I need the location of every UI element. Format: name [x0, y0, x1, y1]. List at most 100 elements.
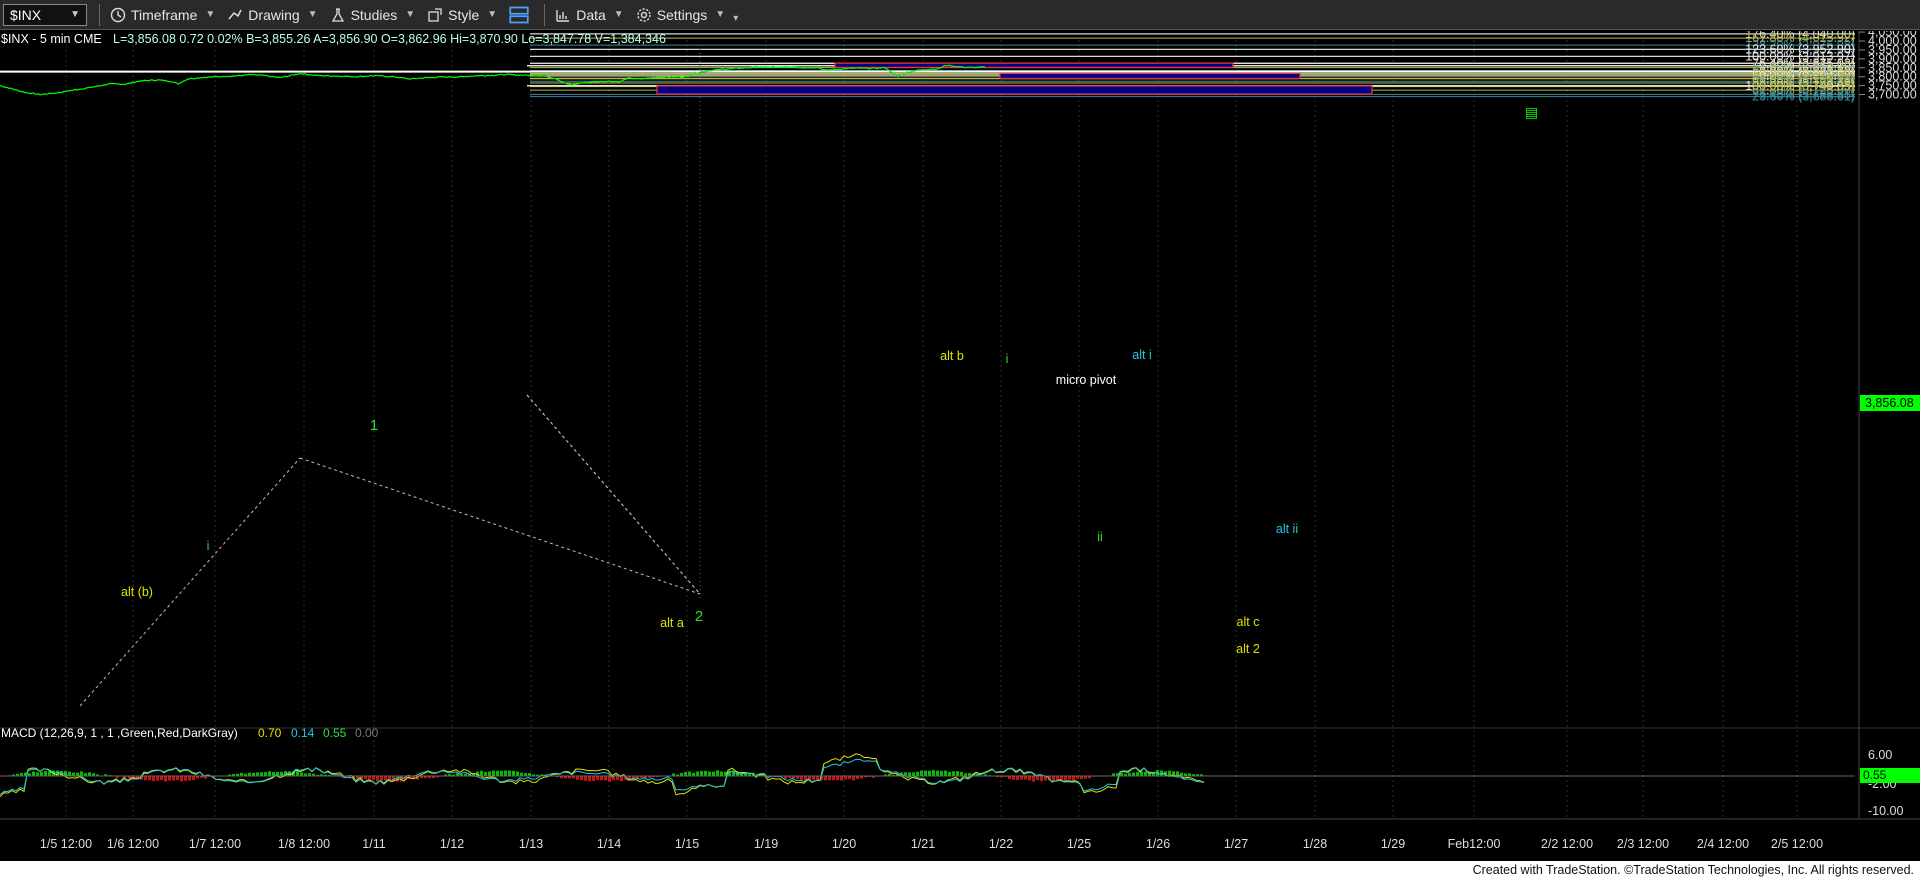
macd-histogram-bar [1020, 776, 1023, 780]
macd-histogram-bar [384, 776, 387, 781]
macd-histogram-bar [832, 776, 835, 781]
x-tick-label: 1/27 [1224, 837, 1248, 851]
macd-histogram-bar [516, 771, 519, 776]
macd-histogram-bar [256, 772, 259, 776]
macd-histogram-bar [836, 776, 839, 781]
x-tick-label: 1/7 12:00 [189, 837, 241, 851]
macd-histogram-bar [716, 770, 719, 776]
calculator-icon[interactable]: ▤ [1525, 104, 1538, 120]
symbol-info: $INX - 5 min CME [1, 32, 102, 46]
x-tick-label: 1/28 [1303, 837, 1327, 851]
price-axis[interactable]: 4,050.004,000.003,950.003,900.003,850.00… [1859, 31, 1917, 102]
overflow-chevron-icon[interactable]: ▾ [733, 13, 738, 24]
target-box [999, 72, 1301, 80]
macd-histogram-bar [88, 772, 91, 776]
studies-label: Studies [350, 6, 398, 23]
macd-histogram-bar [44, 770, 47, 776]
drawing-button[interactable]: Drawing ▼ [221, 3, 323, 27]
macd-histogram-bar [1132, 772, 1135, 776]
price-chart[interactable]: alt (b) i 1 alt a 2 alt b i micro pivot alt i ii a… [0, 31, 1920, 861]
macd-histogram-bar [1072, 776, 1075, 781]
macd-histogram-bar [708, 771, 711, 776]
toolbar: $INX ▼ Timeframe ▼ Drawing ▼ Studies ▼ S… [0, 0, 1920, 30]
wave-label: alt (b) [121, 585, 153, 599]
macd-histogram-bar [1036, 776, 1039, 781]
wave-label: alt 2 [1236, 642, 1260, 656]
macd-histogram-bar [488, 771, 491, 776]
macd-histogram-bar [580, 776, 583, 781]
layout-button[interactable] [503, 3, 540, 27]
macd-histogram-bar [720, 771, 723, 776]
macd-histogram-bar [504, 770, 507, 776]
studies-button[interactable]: Studies ▼ [324, 3, 422, 27]
macd-histogram-bar [148, 776, 151, 781]
macd-histogram-bar [484, 771, 487, 776]
wave-label: alt b [940, 349, 964, 363]
data-button[interactable]: Data ▼ [549, 3, 629, 27]
symbol-input[interactable]: $INX ▼ [3, 3, 87, 26]
macd-histogram-bar [376, 776, 379, 782]
macd-histogram-bar [600, 776, 603, 781]
macd-histogram-bar [172, 776, 175, 781]
macd-histogram-bar [1136, 772, 1139, 776]
macd-histogram-bar [1068, 776, 1071, 780]
macd-histogram-bar [840, 776, 843, 781]
macd-histogram-bar [952, 771, 955, 776]
macd-histogram-bar [816, 776, 819, 780]
x-tick-label: 1/5 12:00 [40, 837, 92, 851]
macd-histogram-bar [1012, 776, 1015, 780]
macd-histogram-bar [512, 770, 515, 776]
macd-histogram-bar [144, 776, 147, 781]
macd-label: MACD (12,26,9, 1 , 1 ,Green,Red,DarkGray… [1, 726, 238, 740]
chevron-down-icon: ▼ [715, 9, 726, 20]
macd-histogram-bar [932, 770, 935, 776]
x-tick-label: 1/29 [1381, 837, 1405, 851]
wave-label: 1 [370, 417, 378, 434]
style-icon [428, 7, 442, 22]
macd-histogram-bar [36, 772, 39, 776]
macd-histogram-bar [584, 776, 587, 781]
macd-histogram-bar [268, 771, 271, 776]
macd-histogram-bar [956, 771, 959, 776]
settings-button[interactable]: Settings ▼ ▾ [630, 3, 745, 27]
macd-histogram-bar [948, 771, 951, 776]
macd-histogram-bar [916, 771, 919, 776]
wave-label: 2 [695, 608, 703, 625]
x-tick-label: 1/14 [597, 837, 621, 851]
x-tick-label: 2/5 12:00 [1771, 837, 1823, 851]
macd-histogram-bar [588, 776, 591, 782]
symbol-text: $INX [10, 6, 42, 23]
macd-histogram-bar [164, 776, 167, 782]
macd-histogram-bar [1016, 776, 1019, 781]
macd-histogram-bar [924, 770, 927, 776]
style-button[interactable]: Style ▼ [421, 3, 503, 27]
macd-value-4: 0.00 [355, 726, 379, 740]
time-axis[interactable]: 1/5 12:00 1/6 12:00 1/7 12:00 1/8 12:00 1/11… [40, 837, 1823, 851]
macd-tick-label: 6.00 [1868, 748, 1892, 762]
macd-histogram-bar [688, 771, 691, 776]
chevron-down-icon: ▼ [487, 9, 498, 20]
wave-label: micro pivot [1056, 373, 1117, 387]
macd-histogram-bar [160, 776, 163, 781]
macd-histogram-bar [908, 772, 911, 776]
macd-histogram-bar [576, 776, 579, 780]
macd-histogram-bar [480, 770, 483, 776]
settings-label: Settings [656, 6, 708, 23]
x-tick-label: 1/13 [519, 837, 543, 851]
toolbar-divider [544, 3, 546, 26]
timeframe-button[interactable]: Timeframe ▼ [104, 3, 221, 27]
macd-histogram-bar [960, 771, 963, 776]
last-price-text: 3,856.08 [1865, 396, 1914, 410]
x-tick-label: 1/22 [989, 837, 1013, 851]
macd-histogram-bar [32, 771, 35, 776]
symbol-dropdown-icon[interactable]: ▼ [70, 9, 80, 20]
macd-histogram-bar [684, 771, 687, 776]
target-box [834, 62, 1234, 69]
macd-histogram-bar [372, 776, 375, 780]
macd-value-1: 0.70 [258, 726, 282, 740]
x-tick-label: 1/26 [1146, 837, 1170, 851]
macd-histogram-bar [500, 770, 503, 776]
macd-histogram-bar [40, 771, 43, 776]
macd-value-3: 0.55 [323, 726, 347, 740]
x-tick-label: 2/4 12:00 [1697, 837, 1749, 851]
